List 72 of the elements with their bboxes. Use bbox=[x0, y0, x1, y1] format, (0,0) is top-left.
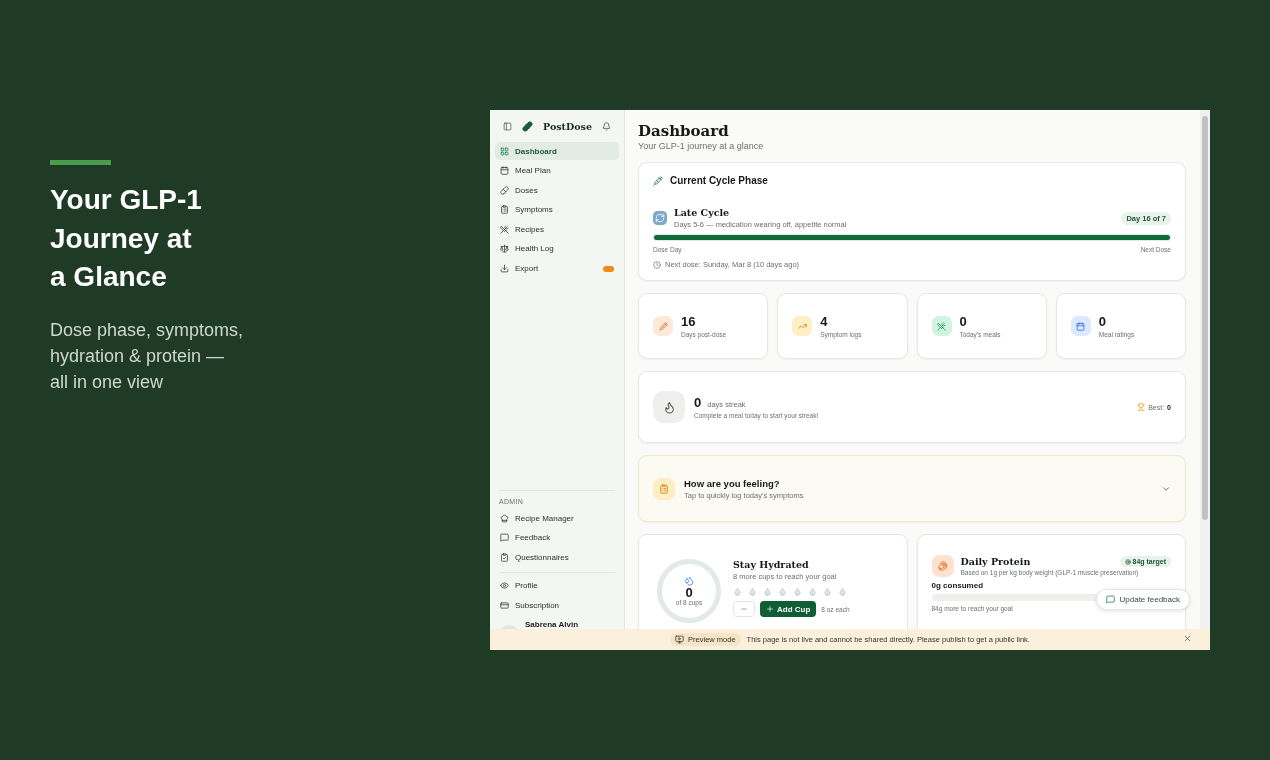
trophy-icon bbox=[1137, 403, 1146, 411]
hero-title: Your GLP-1 Journey at a Glance bbox=[50, 183, 203, 294]
user-name: Sabrena Alvin bbox=[525, 620, 579, 629]
cup-drop-icon[interactable] bbox=[838, 587, 847, 596]
minus-icon bbox=[740, 605, 748, 613]
stat-value: 0 bbox=[1098, 314, 1107, 329]
flame-icon bbox=[653, 391, 685, 423]
cup-drop-icon[interactable] bbox=[778, 587, 787, 596]
download-icon bbox=[500, 264, 509, 274]
droplets-icon bbox=[684, 576, 694, 586]
nav-item[interactable]: Feedback bbox=[495, 528, 619, 547]
remove-cup-button[interactable] bbox=[733, 601, 755, 617]
cup-drop-icon[interactable] bbox=[733, 587, 742, 596]
card-icon bbox=[500, 600, 509, 610]
nav-item[interactable]: Profile bbox=[495, 576, 619, 595]
card-title: Stay Hydrated bbox=[733, 559, 810, 570]
scrollbar-thumb[interactable] bbox=[1202, 116, 1208, 520]
nav-item[interactable]: Questionnaires bbox=[495, 548, 619, 567]
add-cup-button[interactable]: Add Cup bbox=[760, 601, 817, 617]
cup-drop-icon[interactable] bbox=[808, 587, 817, 596]
card-title: How are you feeling? bbox=[684, 477, 781, 489]
cup-drop-icon[interactable] bbox=[763, 587, 772, 596]
eye-icon bbox=[500, 581, 509, 591]
stat-value: 4 bbox=[820, 314, 829, 329]
nav-item[interactable]: Dashboard bbox=[495, 142, 619, 160]
utensils-icon bbox=[500, 224, 509, 234]
protein-consumed: 0g consumed bbox=[931, 581, 985, 590]
nav-item[interactable]: Meal Plan bbox=[495, 161, 619, 180]
bell-icon[interactable] bbox=[602, 122, 611, 131]
syringe-icon bbox=[653, 175, 663, 186]
scale-icon bbox=[500, 244, 509, 254]
plus-icon bbox=[766, 605, 774, 613]
card-title: Current Cycle Phase bbox=[670, 175, 768, 186]
message-icon bbox=[1105, 595, 1115, 604]
cup-drop-icon[interactable] bbox=[793, 587, 802, 596]
meat-icon bbox=[931, 555, 954, 577]
page-title: Dashboard bbox=[638, 122, 730, 140]
nav-item[interactable]: Health Log bbox=[495, 239, 619, 258]
phase-name: Late Cycle bbox=[674, 207, 731, 218]
hydration-ring bbox=[657, 559, 721, 623]
cycle-icon bbox=[653, 211, 667, 225]
cups-value: 0 bbox=[685, 586, 693, 599]
cup-drop-icon[interactable] bbox=[748, 587, 757, 596]
clock-icon bbox=[653, 260, 661, 269]
nav-item[interactable]: Recipes bbox=[495, 220, 619, 239]
nav-item[interactable]: Symptoms bbox=[495, 200, 619, 219]
clipboard-icon bbox=[500, 205, 509, 215]
calendar-icon bbox=[500, 166, 509, 176]
stat-value: 0 bbox=[959, 314, 968, 329]
cup-drop-icon[interactable] bbox=[823, 587, 832, 596]
target-icon bbox=[1124, 558, 1131, 565]
nav-item[interactable]: Subscription bbox=[495, 596, 619, 615]
nav-item[interactable]: Export bbox=[495, 259, 619, 278]
monitor-icon bbox=[675, 635, 685, 644]
chef-hat-icon bbox=[500, 513, 509, 523]
close-icon[interactable] bbox=[1183, 634, 1192, 643]
grid-icon bbox=[500, 146, 509, 156]
sidebar-toggle-icon[interactable] bbox=[503, 122, 512, 131]
clipboard-icon bbox=[653, 477, 675, 500]
pill-icon bbox=[500, 185, 509, 195]
clipboard-check-icon bbox=[500, 552, 509, 562]
nav-item[interactable]: Doses bbox=[495, 181, 619, 200]
card-title: Daily Protein bbox=[960, 556, 1031, 567]
pill-logo-icon bbox=[522, 121, 533, 132]
nav-item[interactable]: Recipe Manager bbox=[495, 509, 619, 528]
hero-subtitle: Dose phase, symptoms, hydration & protein — all in one view bbox=[50, 318, 245, 394]
brand-name: PostDose bbox=[543, 121, 592, 132]
streak-value: 0 bbox=[694, 395, 702, 410]
feedback-button[interactable]: Update feedback bbox=[1095, 589, 1190, 610]
page-subtitle: Your GLP-1 journey at a glance bbox=[638, 141, 765, 151]
message-icon bbox=[500, 533, 509, 543]
stat-value: 16 bbox=[681, 314, 697, 329]
